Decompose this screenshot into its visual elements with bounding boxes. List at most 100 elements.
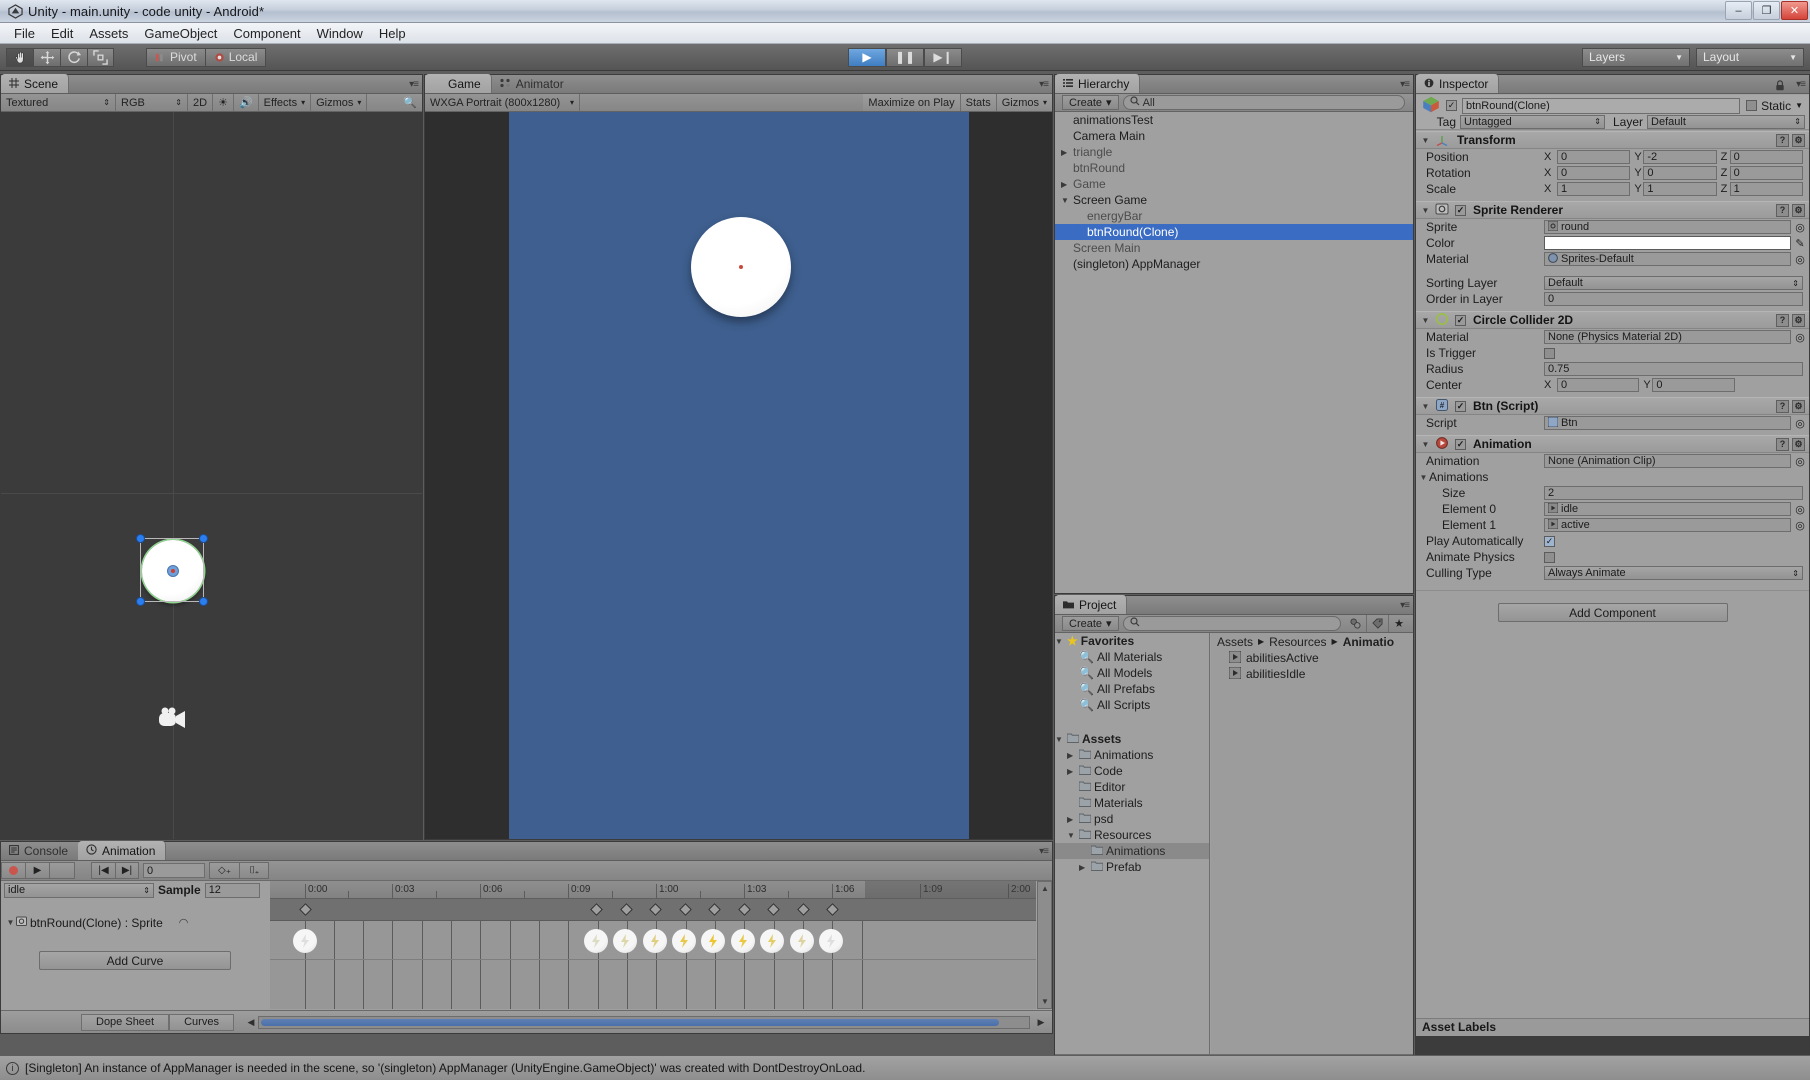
sprite-object-field[interactable]: round: [1544, 220, 1791, 234]
component-header-sprite-renderer[interactable]: ▼ ✓ Sprite Renderer ? ⚙: [1416, 201, 1809, 219]
sprite-renderer-enabled-checkbox[interactable]: ✓: [1455, 204, 1466, 216]
component-header-animation[interactable]: ▼ ✓ Animation ? ⚙: [1416, 435, 1809, 453]
script-picker-icon[interactable]: ◎: [1791, 417, 1809, 430]
scene-search-input[interactable]: 🔍: [367, 94, 422, 111]
hierarchy-create-button[interactable]: Create ▾: [1062, 95, 1119, 110]
project-tree[interactable]: ▼ ★ Favorites 🔍 All Materials 🔍 All Models 🔍…: [1055, 633, 1210, 1054]
menu-assets[interactable]: Assets: [81, 25, 136, 42]
add-keyframe-icon[interactable]: ◇₊: [209, 862, 239, 879]
play-icon[interactable]: ▶: [25, 862, 49, 879]
pause-button[interactable]: ❚❚: [886, 47, 924, 67]
project-search-input[interactable]: [1122, 616, 1342, 631]
scene-panel-menu-icon[interactable]: ▾≡: [409, 79, 419, 90]
scale-z-input[interactable]: 1: [1729, 182, 1803, 196]
sprite-keyframe[interactable]: [701, 929, 725, 953]
tab-scene[interactable]: Scene: [1, 74, 70, 93]
sprite-keyframe[interactable]: [584, 929, 608, 953]
position-y-input[interactable]: -2: [1643, 150, 1717, 164]
keyframe-marker[interactable]: [649, 903, 662, 916]
dope-sheet-tab[interactable]: Dope Sheet: [81, 1013, 170, 1031]
center-x-input[interactable]: 0: [1557, 378, 1640, 392]
hscroll-left-icon[interactable]: ◀: [244, 1017, 258, 1028]
sprite-keyframe[interactable]: [819, 929, 843, 953]
maximize-on-play-toggle[interactable]: Maximize on Play: [863, 94, 961, 111]
draw-mode-dropdown[interactable]: Textured ⇕: [1, 94, 116, 111]
object-name-input[interactable]: btnRound(Clone): [1462, 97, 1741, 114]
project-tree-assets[interactable]: ▼ Assets: [1055, 731, 1209, 747]
project-asset-abilitiesidle[interactable]: abilitiesIdle: [1211, 666, 1413, 682]
resize-handle-bl[interactable]: [136, 597, 145, 606]
circle-collider-enabled-checkbox[interactable]: ✓: [1455, 314, 1466, 326]
static-checkbox[interactable]: [1746, 100, 1758, 111]
scene-lighting-toggle[interactable]: ☀: [213, 94, 234, 111]
layer-dropdown[interactable]: Default ⇕: [1647, 114, 1805, 129]
collapse-arrow-icon[interactable]: ▼: [1420, 206, 1431, 215]
tab-animator[interactable]: Animator: [492, 74, 574, 93]
scale-y-input[interactable]: 1: [1643, 182, 1717, 196]
menu-gameobject[interactable]: GameObject: [136, 25, 225, 42]
gear-icon[interactable]: ⚙: [1792, 437, 1805, 451]
layout-dropdown[interactable]: Layout ▼: [1696, 47, 1804, 67]
local-toggle[interactable]: Local: [204, 47, 267, 67]
hierarchy-item-energybar[interactable]: energyBar: [1055, 208, 1413, 224]
breadcrumb-assets[interactable]: Assets: [1217, 635, 1253, 649]
resize-handle-br[interactable]: [199, 597, 208, 606]
menu-edit[interactable]: Edit: [43, 25, 81, 42]
project-tree-psd[interactable]: ▶ psd: [1055, 811, 1209, 827]
layers-dropdown[interactable]: Layers ▼: [1582, 47, 1690, 67]
collider-material-picker-icon[interactable]: ◎: [1791, 331, 1809, 344]
sprite-keyframe[interactable]: [760, 929, 784, 953]
scale-tool-icon[interactable]: [87, 47, 114, 67]
curve-visibility-icon[interactable]: ◠: [179, 916, 189, 929]
step-button[interactable]: ▶❙: [924, 47, 962, 67]
collapse-arrow-icon[interactable]: ▼: [1055, 735, 1067, 744]
center-y-input[interactable]: 0: [1652, 378, 1735, 392]
gear-icon[interactable]: ⚙: [1792, 399, 1805, 413]
collapse-arrow-icon[interactable]: ▼: [5, 918, 16, 927]
clip-dropdown[interactable]: idle ⇕: [4, 882, 154, 898]
gear-icon[interactable]: ⚙: [1792, 133, 1805, 147]
help-icon[interactable]: ?: [1776, 437, 1789, 451]
help-icon[interactable]: ?: [1776, 133, 1789, 147]
tab-animation[interactable]: Animation: [78, 841, 167, 860]
radius-input[interactable]: 0.75: [1544, 362, 1803, 376]
collapse-arrow-icon[interactable]: ▼: [1420, 136, 1431, 145]
keyframe-marker[interactable]: [708, 903, 721, 916]
hierarchy-item-screen-game[interactable]: ▼ Screen Game: [1055, 192, 1413, 208]
hand-tool-icon[interactable]: [6, 47, 33, 67]
sprite-picker-icon[interactable]: ◎: [1791, 221, 1809, 234]
breadcrumb-resources[interactable]: Resources: [1269, 635, 1326, 649]
menu-component[interactable]: Component: [225, 25, 308, 42]
help-icon[interactable]: ?: [1776, 203, 1789, 217]
project-tree-all-materials[interactable]: 🔍 All Materials: [1055, 649, 1209, 665]
rotation-y-input[interactable]: 0: [1643, 166, 1717, 180]
menu-help[interactable]: Help: [371, 25, 414, 42]
timeline-ruler[interactable]: 0:00 0:03 0:06 0:09 1:00 1:03 1:06 1:09 …: [270, 881, 1036, 899]
project-tree-editor[interactable]: Editor: [1055, 779, 1209, 795]
sprite-keyframe[interactable]: [293, 929, 317, 953]
maximize-button[interactable]: ❐: [1753, 1, 1780, 20]
rotate-tool-icon[interactable]: [60, 47, 87, 67]
project-panel-menu-icon[interactable]: ▾≡: [1400, 600, 1410, 611]
hscroll-right-icon[interactable]: ▶: [1034, 1017, 1048, 1028]
hierarchy-search-input[interactable]: All: [1122, 95, 1405, 110]
add-event-icon[interactable]: ⌷₊: [239, 862, 269, 879]
element-0-field[interactable]: idle: [1544, 502, 1791, 516]
sprite-keyframe[interactable]: [672, 929, 696, 953]
aspect-dropdown[interactable]: WXGA Portrait (800x1280) ▾: [425, 94, 580, 111]
project-tree-all-prefabs[interactable]: 🔍 All Prefabs: [1055, 681, 1209, 697]
project-tree-all-scripts[interactable]: 🔍 All Scripts: [1055, 697, 1209, 713]
tab-inspector[interactable]: Inspector: [1416, 74, 1500, 93]
collapse-arrow-icon[interactable]: ▼: [1420, 440, 1431, 449]
hierarchy-tree[interactable]: animationsTest Camera Main ▶ triangle btn…: [1055, 112, 1413, 593]
gizmos-dropdown[interactable]: Gizmos ▾: [311, 94, 368, 111]
game-gizmos-dropdown[interactable]: Gizmos ▾: [996, 94, 1052, 111]
play-automatically-checkbox[interactable]: ✓: [1544, 535, 1555, 547]
game-panel-menu-icon[interactable]: ▾≡: [1039, 79, 1049, 90]
color-swatch[interactable]: [1544, 236, 1791, 250]
is-trigger-checkbox[interactable]: [1544, 347, 1555, 359]
animation-hscroll-thumb[interactable]: [260, 1018, 999, 1026]
help-icon[interactable]: ?: [1776, 399, 1789, 413]
project-tree-favorites[interactable]: ▼ ★ Favorites: [1055, 633, 1209, 649]
collapse-arrow-icon[interactable]: ▼: [1420, 316, 1431, 325]
